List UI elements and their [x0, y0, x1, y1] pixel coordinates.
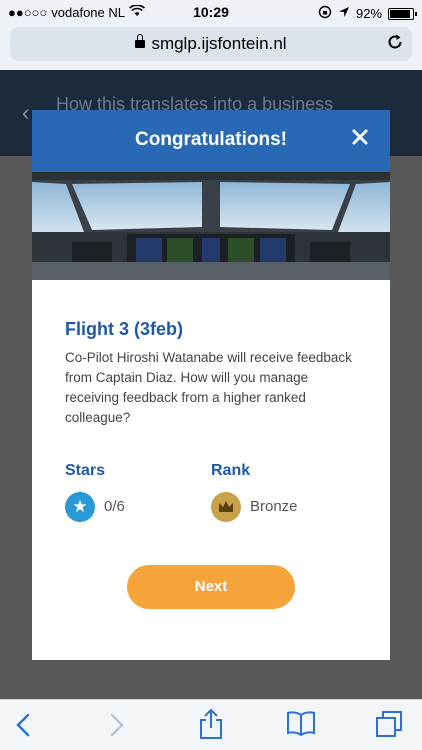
battery-percent: 92%	[355, 6, 382, 21]
flight-description: Co-Pilot Hiroshi Watanabe will receive f…	[65, 350, 352, 425]
modal-header: Congratulations!	[32, 110, 390, 172]
flight-title: Flight 3 (3feb)	[65, 319, 183, 339]
status-bar: ●●○○○ vodafone NL 10:29 92%	[0, 0, 422, 26]
modal-content: Flight 3 (3feb) Co-Pilot Hiroshi Watanab…	[32, 319, 390, 428]
share-icon[interactable]	[198, 708, 224, 745]
close-button[interactable]	[348, 127, 372, 151]
url-text: smglp.ijsfontein.nl	[151, 34, 287, 53]
modal-title: Congratulations!	[135, 129, 287, 150]
close-icon	[352, 129, 368, 145]
back-arrow-icon[interactable]: ‹	[22, 100, 29, 126]
star-icon: ★	[65, 492, 95, 522]
rank-label: Rank	[211, 462, 251, 479]
back-icon[interactable]	[14, 712, 32, 743]
status-right: 92%	[318, 5, 417, 22]
forward-icon[interactable]	[108, 712, 126, 743]
browser-toolbar	[0, 699, 422, 750]
battery-icon	[388, 7, 417, 20]
address-bar[interactable]: smglp.ijsfontein.nl	[10, 27, 412, 61]
stars-label: Stars	[65, 462, 106, 479]
lock-icon	[135, 34, 146, 48]
cockpit-image	[32, 172, 390, 280]
stats-panel: Stars ★ 0/6 Rank Bronze	[65, 462, 365, 532]
location-icon	[338, 6, 350, 21]
bookmarks-icon[interactable]	[286, 710, 316, 741]
rotation-lock-icon	[318, 5, 332, 22]
reload-icon[interactable]	[386, 33, 404, 56]
tabs-icon[interactable]	[374, 710, 404, 743]
next-button[interactable]: Next	[127, 565, 295, 609]
crown-icon	[211, 492, 241, 522]
stars-value: 0/6	[104, 498, 125, 515]
rank-value: Bronze	[250, 498, 298, 515]
url-display[interactable]: smglp.ijsfontein.nl	[10, 34, 412, 54]
congratulations-modal: Congratulations! Flight 3 (3feb) Co-Pilo…	[32, 110, 390, 660]
